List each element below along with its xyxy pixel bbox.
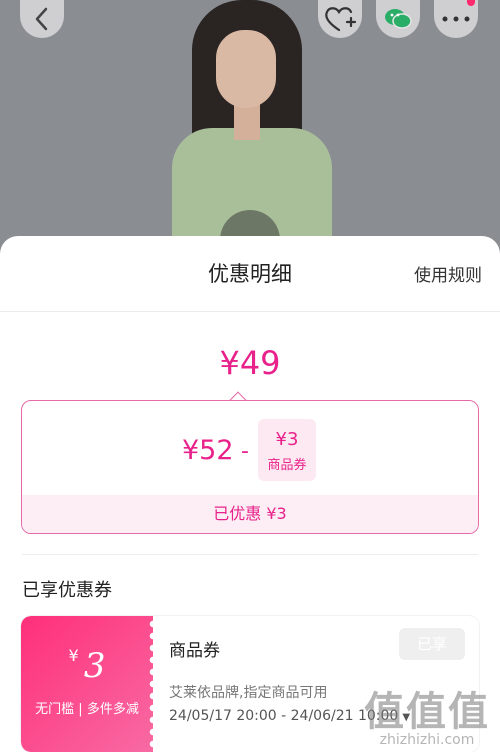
coupon-chip-label: 商品券 [267,458,307,473]
coupon-description: 艾莱依品牌,指定商品可用 [169,685,328,701]
discount-detail-sheet: 优惠明细 使用规则 ¥49 ¥52 - ¥3 商品券 已优惠 ¥3 已享优惠券 … [0,236,500,752]
coupon-perforation [147,616,159,752]
watermark-logo: 值值值 [364,689,490,735]
heart-plus-icon [325,7,357,32]
usage-rules-link[interactable]: 使用规则 [414,261,482,286]
watermark: 值值值 zhizhizhi.com [364,692,490,748]
coupon-amount-value: 3 [83,646,106,686]
final-price: ¥49 [219,344,281,382]
more-dots-icon [442,16,470,22]
saved-amount: 已优惠 ¥3 [22,495,478,533]
divider [22,554,478,555]
coupon-currency: ¥ [68,646,79,665]
coupon-amount: ¥ 3 [21,646,153,686]
original-price: ¥52 [182,435,234,466]
divider [0,311,500,312]
coupon-condition: 无门槛 | 多件多减 [35,702,139,717]
favorite-button[interactable] [318,0,362,38]
price-calculation-box: ¥52 - ¥3 商品券 已优惠 ¥3 [21,400,479,534]
coupon-value-panel: ¥ 3 无门槛 | 多件多减 [21,616,153,752]
coupon-chip-amount: ¥3 [275,429,299,450]
coupon-name: 商品券 [169,641,220,661]
watermark-site: zhizhizhi.com [379,732,475,748]
coupon-chip: ¥3 商品券 [258,419,316,481]
coupon-status-button: 已享 [399,628,465,660]
wechat-icon [385,9,412,29]
product-image [0,0,500,260]
section-title: 已享优惠券 [22,580,112,601]
minus-sign: - [241,439,249,464]
chevron-left-icon [35,7,48,31]
model-face [216,30,276,108]
